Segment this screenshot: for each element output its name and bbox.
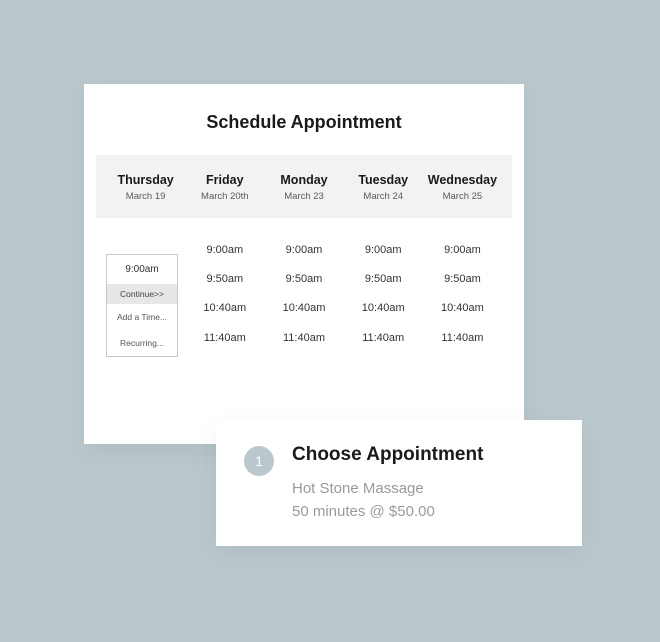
time-slot[interactable]: 10:40am (423, 294, 502, 323)
time-slot[interactable]: 9:50am (344, 265, 423, 294)
date-day-sub: March 19 (106, 191, 185, 202)
time-slot[interactable]: 11:40am (344, 324, 423, 353)
date-day-label: Monday (264, 173, 343, 187)
step-badge: 1 (244, 446, 274, 476)
date-col-wednesday[interactable]: Wednesday March 25 (423, 173, 502, 202)
time-slot[interactable]: 9:00am (344, 236, 423, 265)
time-slot[interactable]: 9:50am (185, 265, 264, 294)
time-popover: 9:00am Continue>> Add a Time... Recurrin… (106, 254, 178, 357)
time-slot[interactable]: 10:40am (185, 294, 264, 323)
date-day-sub: March 24 (344, 191, 423, 202)
choose-appointment-card: 1 Choose Appointment Hot Stone Massage 5… (216, 420, 582, 546)
choose-body: Choose Appointment Hot Stone Massage 50 … (292, 444, 483, 523)
date-col-friday[interactable]: Friday March 20th (185, 173, 264, 202)
date-col-tuesday[interactable]: Tuesday March 24 (344, 173, 423, 202)
date-day-label: Wednesday (423, 173, 502, 187)
date-day-label: Thursday (106, 173, 185, 187)
add-time-button[interactable]: Add a Time... (107, 304, 177, 330)
time-col-wednesday: 9:00am 9:50am 10:40am 11:40am (423, 236, 502, 353)
date-col-monday[interactable]: Monday March 23 (264, 173, 343, 202)
continue-button[interactable]: Continue>> (107, 284, 177, 304)
date-day-sub: March 23 (264, 191, 343, 202)
date-header: Thursday March 19 Friday March 20th Mond… (96, 155, 512, 218)
time-slot[interactable]: 9:50am (264, 265, 343, 294)
time-slot[interactable]: 11:40am (185, 324, 264, 353)
time-slot[interactable]: 9:00am (185, 236, 264, 265)
date-day-sub: March 20th (185, 191, 264, 202)
recurring-button[interactable]: Recurring... (107, 330, 177, 356)
time-slot[interactable]: 11:40am (423, 324, 502, 353)
time-slot[interactable]: 9:00am (423, 236, 502, 265)
popover-selected-time: 9:00am (107, 255, 177, 284)
choose-title: Choose Appointment (292, 444, 483, 466)
time-slot[interactable]: 9:50am (423, 265, 502, 294)
time-slot[interactable]: 9:00am (264, 236, 343, 265)
date-day-label: Friday (185, 173, 264, 187)
time-slot[interactable]: 10:40am (264, 294, 343, 323)
time-col-tuesday: 9:00am 9:50am 10:40am 11:40am (344, 236, 423, 353)
date-day-sub: March 25 (423, 191, 502, 202)
time-col-monday: 9:00am 9:50am 10:40am 11:40am (264, 236, 343, 353)
schedule-title: Schedule Appointment (84, 112, 524, 133)
service-details: 50 minutes @ $50.00 (292, 501, 483, 524)
date-day-label: Tuesday (344, 173, 423, 187)
time-slot[interactable]: 11:40am (264, 324, 343, 353)
service-name: Hot Stone Massage (292, 478, 483, 501)
time-slot[interactable]: 10:40am (344, 294, 423, 323)
time-col-friday: 9:00am 9:50am 10:40am 11:40am (185, 236, 264, 353)
date-col-thursday[interactable]: Thursday March 19 (106, 173, 185, 202)
